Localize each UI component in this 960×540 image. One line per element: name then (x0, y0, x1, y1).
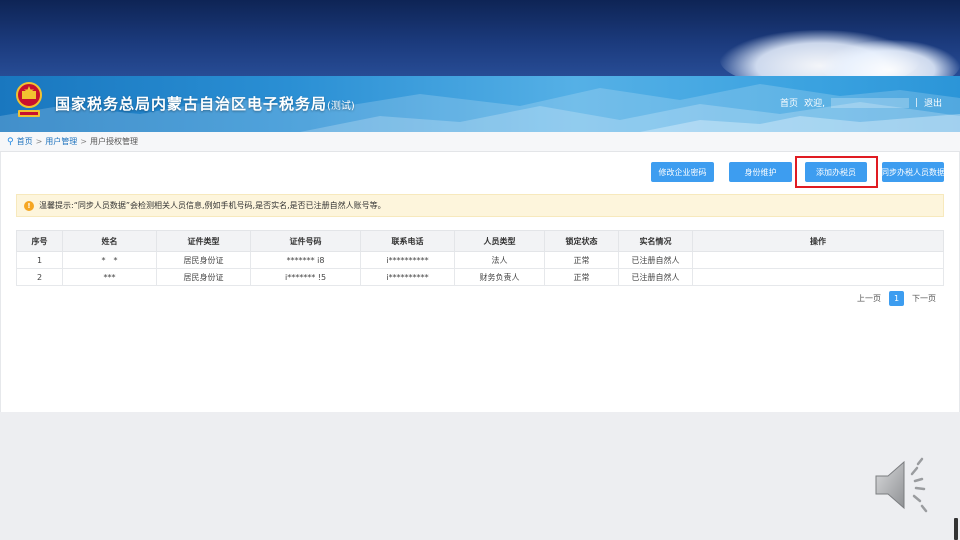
modify-password-button[interactable]: 修改企业密码 (651, 162, 714, 182)
pagination: 上一页 1 下一页 (857, 291, 936, 306)
col-header-name: 姓名 (62, 230, 157, 252)
col-header-id-type: 证件类型 (156, 230, 251, 252)
cell-name: * * (62, 251, 157, 269)
cell-id-type: 居民身份证 (156, 251, 251, 269)
cell-realname: 已注册自然人 (618, 268, 693, 286)
identity-maintain-button[interactable]: 身份维护 (729, 162, 792, 182)
notice-bar: ! 温馨提示:“同步人员数据”会检测相关人员信息,例如手机号码,是否实名,是否已… (16, 194, 944, 217)
site-title: 国家税务总局内蒙古自治区电子税务局(测试) (55, 93, 355, 114)
col-header-id-number: 证件号码 (250, 230, 361, 252)
logout-link[interactable]: 退出 (924, 96, 942, 109)
cell-id-number: ******* i8 (250, 251, 361, 269)
cell-realname: 已注册自然人 (618, 251, 693, 269)
col-header-staff-type: 人员类型 (454, 230, 545, 252)
link-separator: | (914, 97, 918, 108)
cell-phone: i********** (360, 268, 455, 286)
page-footer-area (0, 412, 960, 540)
cell-staff-type: 财务负责人 (454, 268, 545, 286)
location-pin-icon: ⚲ (7, 136, 14, 147)
next-page-button[interactable]: 下一页 (912, 293, 936, 304)
breadcrumb-separator: > (80, 137, 87, 146)
breadcrumb-current: 用户授权管理 (90, 137, 138, 146)
cell-id-number: i******* !5 (250, 268, 361, 286)
table-row: 1 * * 居民身份证 ******* i8 i********** 法人 正常… (16, 251, 944, 269)
cell-name: *** (62, 268, 157, 286)
notice-text: 温馨提示:“同步人员数据”会检测相关人员信息,例如手机号码,是否实名,是否已注册… (39, 201, 386, 210)
cell-lock-status: 正常 (544, 268, 619, 286)
page-number-current[interactable]: 1 (889, 291, 904, 306)
col-header-realname: 实名情况 (618, 230, 693, 252)
prev-page-button[interactable]: 上一页 (857, 293, 881, 304)
tax-bureau-emblem-icon (16, 82, 42, 117)
cell-index: 1 (16, 251, 63, 269)
breadcrumb-home[interactable]: 首页 (17, 136, 33, 147)
welcome-text: 欢迎, (804, 99, 825, 109)
col-header-lock-status: 锁定状态 (544, 230, 619, 252)
table-header-row: 序号 姓名 证件类型 证件号码 联系电话 人员类型 锁定状态 实名情况 操作 (16, 230, 944, 252)
header-top-band (0, 0, 960, 90)
breadcrumb: ⚲ 首页 > 用户管理 > 用户授权管理 (0, 132, 960, 152)
sync-tax-staff-button[interactable]: 同步办税人员数据 (881, 162, 945, 182)
cell-actions (692, 251, 944, 269)
username-redacted (830, 97, 909, 108)
col-header-actions: 操作 (692, 230, 944, 252)
table-row: 2 *** 居民身份证 i******* !5 i********** 财务负责… (16, 268, 944, 286)
scrollbar-thumb[interactable] (954, 518, 958, 540)
breadcrumb-separator: > (35, 137, 43, 146)
cell-phone: i********** (360, 251, 455, 269)
col-header-phone: 联系电话 (360, 230, 455, 252)
site-title-text: 国家税务总局内蒙古自治区电子税务局 (55, 95, 328, 113)
speaker-icon[interactable] (872, 454, 936, 516)
site-title-tag: (测试) (327, 101, 355, 112)
highlight-annotation-box (795, 156, 878, 188)
col-header-index: 序号 (16, 230, 63, 252)
user-table: 序号 姓名 证件类型 证件号码 联系电话 人员类型 锁定状态 实名情况 操作 1… (16, 230, 944, 286)
cell-index: 2 (16, 268, 63, 286)
cell-actions (692, 268, 944, 286)
home-link[interactable]: 首页 (780, 96, 798, 109)
breadcrumb-user-management[interactable]: 用户管理 (45, 136, 77, 147)
cell-id-type: 居民身份证 (156, 268, 251, 286)
warning-icon: ! (24, 200, 34, 211)
top-links: 首页 欢迎, | 退出 (780, 96, 942, 109)
cell-lock-status: 正常 (544, 251, 619, 269)
cell-staff-type: 法人 (454, 251, 545, 269)
